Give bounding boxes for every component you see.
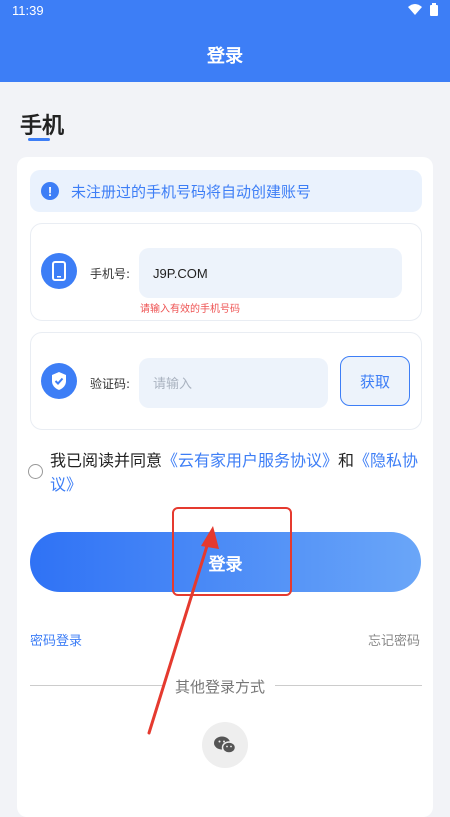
forgot-password-link[interactable]: 忘记密码 <box>368 630 420 649</box>
agreement-checkbox[interactable] <box>28 464 43 479</box>
info-icon: ! <box>41 182 59 200</box>
app-header: 11:39 登录 <box>0 0 450 82</box>
agreement-text: 我已阅读并同意《云有家用户服务协议》和《隐私协议》 <box>50 449 430 497</box>
highlight-annotation-box <box>172 507 292 596</box>
other-login-label: 其他登录方式 <box>165 676 276 697</box>
wechat-login-button[interactable] <box>202 722 248 768</box>
password-login-link[interactable]: 密码登录 <box>30 630 82 649</box>
code-input[interactable] <box>139 358 328 408</box>
phone-input[interactable] <box>139 248 402 298</box>
get-code-button[interactable]: 获取 <box>340 356 410 406</box>
wifi-icon <box>408 3 422 15</box>
code-label: 验证码: <box>90 377 131 391</box>
agreement-prefix: 我已阅读并同意 <box>50 451 163 470</box>
status-time: 11:39 <box>12 3 44 18</box>
header-title: 登录 <box>207 46 243 67</box>
notice-text: 未注册过的手机号码将自动创建账号 <box>71 182 312 201</box>
phone-label: 手机号: <box>90 267 131 281</box>
notice-banner: ! 未注册过的手机号码将自动创建账号 <box>30 170 422 212</box>
status-icons <box>408 3 438 16</box>
phone-error-hint: 请输入有效的手机号码 <box>140 304 240 315</box>
battery-icon <box>430 3 438 16</box>
status-bar: 11:39 <box>0 0 450 22</box>
page-title: 手机 <box>20 114 65 139</box>
title-underline <box>28 138 50 141</box>
agreement-and: 和 <box>338 451 355 470</box>
terms-link[interactable]: 《云有家用户服务协议》 <box>162 451 338 470</box>
code-field-box: 验证码: 获取 <box>30 332 422 430</box>
wechat-icon <box>214 736 237 754</box>
phone-field-box: 手机号: 请输入有效的手机号码 <box>30 223 422 321</box>
phone-icon <box>41 253 77 289</box>
shield-check-icon <box>41 363 77 399</box>
